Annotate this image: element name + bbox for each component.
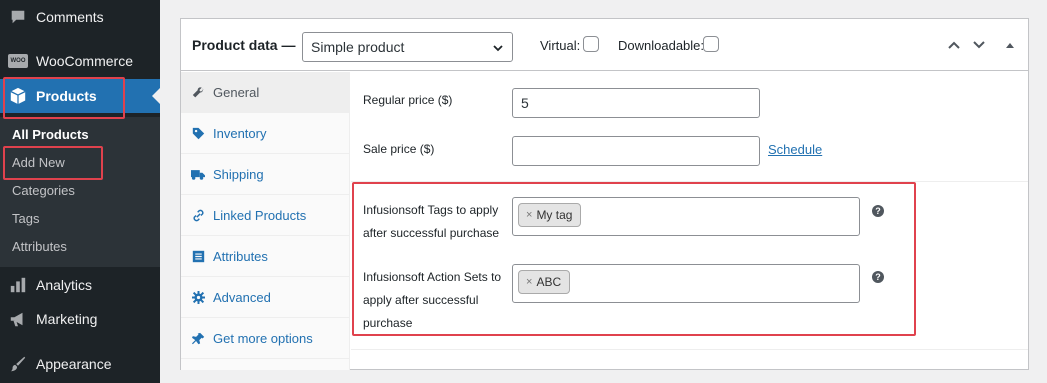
tab-advanced[interactable]: Advanced bbox=[181, 277, 350, 318]
menu-item-comments[interactable]: Comments bbox=[0, 0, 160, 34]
sale-price-input[interactable] bbox=[512, 136, 760, 166]
selected-tag-token[interactable]: × My tag bbox=[518, 203, 582, 227]
truck-icon bbox=[183, 168, 213, 181]
infusionsoft-tags-select[interactable]: × My tag bbox=[512, 197, 860, 236]
virtual-label: Virtual: bbox=[540, 38, 581, 53]
products-submenu: All Products Add New Categories Tags Att… bbox=[0, 117, 160, 267]
link-icon bbox=[183, 209, 213, 222]
collapse-toggle-icon[interactable] bbox=[1002, 37, 1018, 53]
menu-label: Appearance bbox=[36, 356, 112, 372]
product-box-icon bbox=[0, 87, 36, 105]
schedule-link[interactable]: Schedule bbox=[768, 142, 822, 157]
tag-icon bbox=[183, 127, 213, 140]
list-icon bbox=[183, 250, 213, 263]
gear-icon bbox=[183, 290, 213, 304]
tab-general[interactable]: General bbox=[181, 72, 350, 113]
virtual-checkbox[interactable] bbox=[583, 36, 599, 52]
menu-item-analytics[interactable]: Analytics bbox=[0, 268, 160, 302]
current-arrow bbox=[152, 88, 160, 104]
menu-label: Marketing bbox=[36, 311, 98, 327]
comment-icon bbox=[0, 8, 36, 26]
menu-label: Comments bbox=[36, 9, 104, 25]
remove-token-icon[interactable]: × bbox=[526, 276, 532, 288]
admin-sidebar: Comments WOO WooCommerce Products All Pr… bbox=[0, 0, 160, 383]
paintbrush-icon bbox=[0, 355, 36, 373]
menu-item-marketing[interactable]: Marketing bbox=[0, 302, 160, 336]
submenu-tags[interactable]: Tags bbox=[12, 211, 39, 226]
product-type-value: Simple product bbox=[311, 39, 405, 55]
move-up-icon[interactable] bbox=[946, 37, 962, 53]
tab-label: Shipping bbox=[213, 166, 264, 182]
submenu-categories[interactable]: Categories bbox=[12, 183, 75, 198]
downloadable-checkbox[interactable] bbox=[703, 36, 719, 52]
infusionsoft-action-sets-label: Infusionsoft Action Sets to apply after … bbox=[363, 270, 502, 330]
panel-header: Product data — Simple product Virtual: D… bbox=[181, 19, 1028, 71]
sale-price-label: Sale price ($) bbox=[363, 142, 435, 156]
plugin-icon bbox=[183, 332, 213, 345]
menu-item-woocommerce[interactable]: WOO WooCommerce bbox=[0, 44, 160, 78]
tab-label: Get more options bbox=[213, 330, 313, 346]
tab-label: Attributes bbox=[213, 248, 268, 264]
tab-inventory[interactable]: Inventory bbox=[181, 113, 350, 154]
infusionsoft-action-sets-select[interactable]: × ABC bbox=[512, 264, 860, 303]
tab-get-more-options[interactable]: Get more options bbox=[181, 318, 350, 359]
help-icon[interactable]: ? bbox=[872, 205, 884, 217]
section-divider bbox=[351, 349, 1028, 350]
bar-chart-icon bbox=[0, 276, 36, 294]
submenu-all-products[interactable]: All Products bbox=[12, 127, 89, 142]
menu-label: Products bbox=[36, 88, 97, 104]
product-data-panel: Product data — Simple product Virtual: D… bbox=[180, 18, 1029, 370]
menu-item-appearance[interactable]: Appearance bbox=[0, 347, 160, 381]
infusionsoft-tags-label: Infusionsoft Tags to apply after success… bbox=[363, 203, 500, 240]
section-divider bbox=[351, 181, 1028, 182]
remove-token-icon[interactable]: × bbox=[526, 209, 532, 221]
product-type-select[interactable]: Simple product bbox=[302, 32, 513, 62]
token-label: My tag bbox=[536, 208, 573, 222]
downloadable-label: Downloadable: bbox=[618, 38, 705, 53]
menu-label: Analytics bbox=[36, 277, 93, 293]
submenu-attributes[interactable]: Attributes bbox=[12, 239, 67, 254]
tab-attributes[interactable]: Attributes bbox=[181, 236, 350, 277]
menu-label: WooCommerce bbox=[36, 53, 133, 69]
tab-label: Inventory bbox=[213, 125, 267, 141]
tab-label: Advanced bbox=[213, 289, 271, 305]
token-label: ABC bbox=[536, 275, 562, 289]
selected-action-token[interactable]: × ABC bbox=[518, 270, 571, 294]
tab-shipping[interactable]: Shipping bbox=[181, 154, 350, 195]
panel-title: Product data — bbox=[192, 37, 296, 53]
tab-label: General bbox=[213, 84, 260, 100]
product-data-tabs: General Inventory Shipping Linked Produc… bbox=[181, 72, 350, 370]
chevron-down-icon bbox=[492, 41, 504, 57]
help-icon[interactable]: ? bbox=[872, 271, 884, 283]
tab-label: Linked Products bbox=[213, 207, 307, 223]
move-down-icon[interactable] bbox=[971, 37, 987, 53]
menu-item-products[interactable]: Products bbox=[0, 79, 160, 113]
megaphone-icon bbox=[0, 310, 36, 328]
woocommerce-icon: WOO bbox=[0, 54, 36, 68]
regular-price-label: Regular price ($) bbox=[363, 93, 453, 107]
tab-linked-products[interactable]: Linked Products bbox=[181, 195, 350, 236]
submenu-add-new[interactable]: Add New bbox=[12, 155, 65, 170]
regular-price-input[interactable]: 5 bbox=[512, 88, 760, 118]
wrench-icon bbox=[183, 86, 213, 99]
